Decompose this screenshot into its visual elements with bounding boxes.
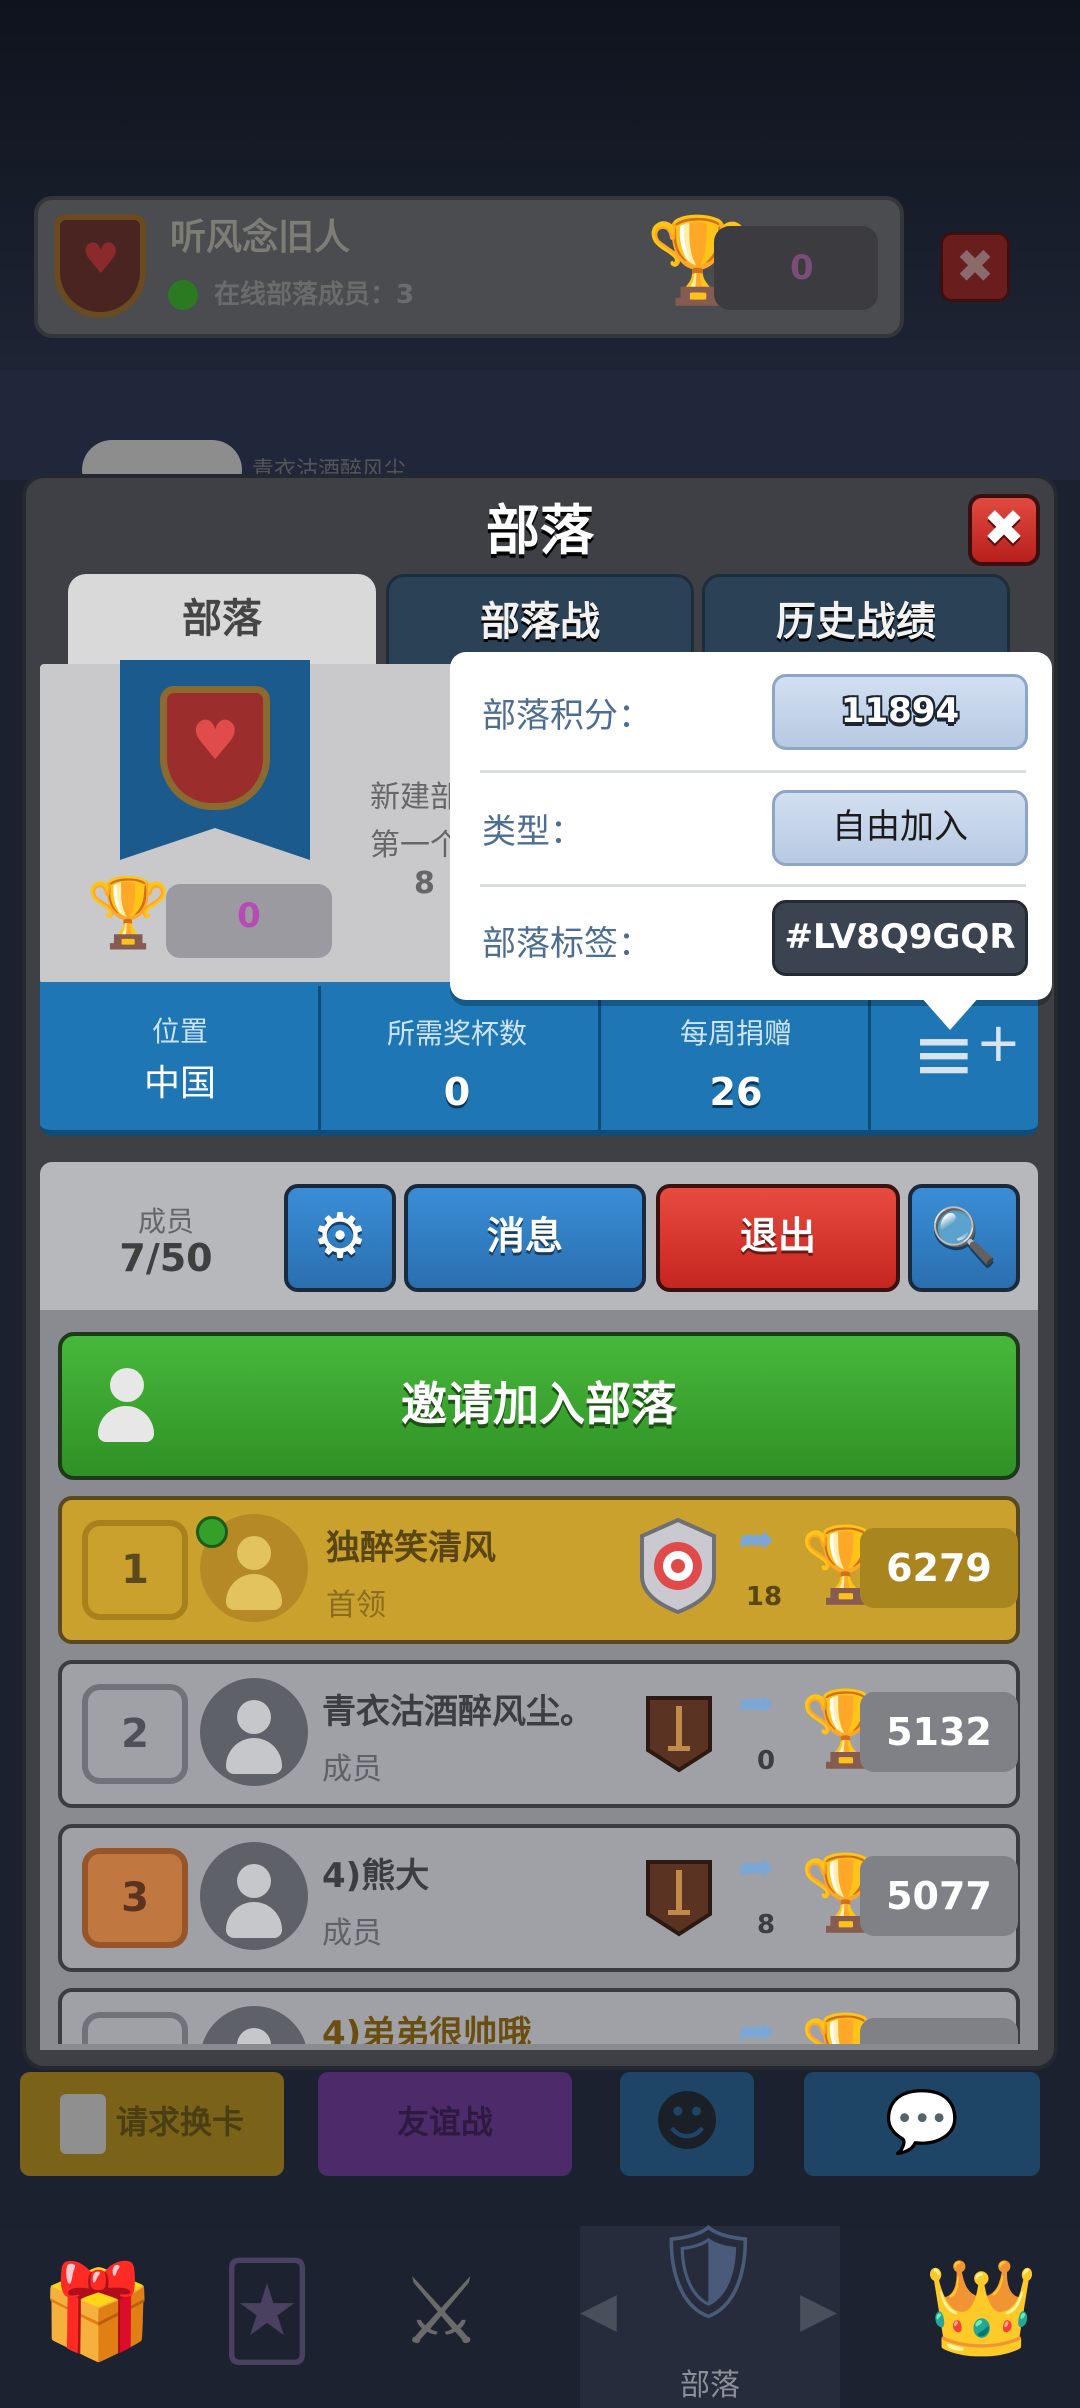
member-role: 首领 (326, 1588, 386, 1623)
donation-icon: ➦ (738, 1842, 775, 1893)
clan-description-line: 第一个 (370, 828, 460, 863)
message-button[interactable]: 消息 (404, 1184, 646, 1292)
war-target-icon (638, 1517, 716, 1615)
clan-shield-icon: 🛡 (650, 2218, 767, 2325)
member-rank: 1 (82, 1520, 188, 1620)
clan-type-label: 类型： (482, 812, 584, 852)
chest-icon: 🎁 (40, 2258, 155, 2365)
popup-tail (920, 996, 980, 1030)
member-trophies: 5077 (860, 1856, 1018, 1936)
chevron-left-icon: ◀ (580, 2282, 617, 2338)
stat-divider (598, 986, 601, 1130)
clan-tag-label: 部落标签： (482, 924, 652, 964)
members-count: 7/50 (119, 1236, 213, 1280)
member-avatar (200, 1678, 308, 1786)
chevron-right-icon: ▶ (800, 2282, 837, 2338)
background-clan-badge (54, 214, 146, 318)
clan-badge-icon: ♥ (160, 686, 270, 810)
stat-divider (318, 986, 321, 1130)
member-donations: 0 (756, 1746, 776, 1776)
search-icon: 🔍 (930, 1204, 998, 1267)
popup-divider (480, 770, 1026, 773)
stat-weekly-donations-value: 26 (709, 1070, 763, 1114)
nav-clan[interactable]: ◀ 🛡 ▶ 部落 (580, 2226, 840, 2408)
members-label: 成员 (137, 1205, 194, 1238)
background-online-members: 在线部落成员：3 (214, 280, 415, 310)
stat-location-value: 中国 (143, 1063, 216, 1104)
clan-score-value: 11894 (772, 674, 1028, 750)
friendly-battle-button[interactable]: 友谊战 (318, 2072, 572, 2176)
sword-badge-icon (644, 1692, 718, 1782)
nav-clan-label: 部落 (680, 2368, 740, 2403)
background-clan-name: 听风念旧人 (170, 217, 351, 258)
nav-events[interactable]: 👑 (900, 2226, 1080, 2408)
donation-icon: ➦ (738, 1678, 775, 1729)
member-rank: 4 (82, 2012, 188, 2044)
online-status-dot (196, 1516, 228, 1548)
nav-battle[interactable]: ⚔ (360, 2226, 540, 2408)
cards-icon (59, 2094, 106, 2154)
stat-required-trophies-label: 所需奖杯数 (386, 1017, 527, 1050)
member-role: 成员 (322, 1916, 382, 1951)
smiley-icon: ☻ (652, 2083, 722, 2160)
gear-icon: ⚙ (312, 1199, 368, 1272)
panel-title: 部落 (486, 499, 594, 562)
cards-icon: 🃏 (220, 2258, 315, 2365)
member-name: 4)弟弟很帅哦 (322, 2014, 532, 2044)
crossed-swords-icon: ⚔ (400, 2258, 483, 2365)
stat-location-label: 位置 (151, 1015, 208, 1048)
tab-clan[interactable]: 部落 (68, 574, 376, 670)
close-button[interactable]: ✖ (968, 494, 1040, 566)
member-trophies: 5132 (860, 1692, 1018, 1772)
background-close-icon: ✖ (940, 232, 1010, 302)
clan-description-line: 新建部 (370, 780, 460, 815)
member-trophies (860, 2018, 1018, 2044)
sword-badge-icon (644, 1856, 718, 1946)
donation-icon: ➦ (738, 2006, 775, 2045)
crown-icon: 👑 (924, 2254, 1039, 2361)
member-avatar (200, 1842, 308, 1950)
background-trophy-count: 0 (790, 248, 814, 288)
chat-bubble-icon: 💬 (884, 2087, 960, 2157)
member-role: 成员 (322, 1752, 382, 1787)
stat-divider (868, 986, 871, 1130)
request-cards-button[interactable]: 请求换卡 (20, 2072, 284, 2176)
donation-icon: ➦ (738, 1514, 775, 1565)
invite-to-clan-label: 邀请加入部落 (401, 1377, 677, 1431)
nav-shop[interactable]: 🎁 (0, 2226, 180, 2408)
clan-trophy-count: 0 (237, 896, 261, 936)
clan-type-value: 自由加入 (772, 790, 1028, 866)
clan-description-line: 8 (414, 866, 435, 901)
member-rank: 3 (82, 1848, 188, 1948)
clan-trophy-icon: 🏆 (86, 874, 171, 953)
member-row-clip: 4 4)弟弟很帅哦 ➦ 🏆 (40, 1988, 1038, 2044)
clan-score-label: 部落积分： (482, 696, 652, 736)
chat-button[interactable]: 💬 (804, 2072, 1040, 2176)
stat-required-trophies-value: 0 (443, 1070, 471, 1114)
search-button[interactable]: 🔍 (908, 1184, 1020, 1292)
clan-settings-button[interactable]: ⚙ (284, 1184, 396, 1292)
member-name: 独醉笑清风 (326, 1528, 496, 1568)
nav-cards[interactable]: 🃏 (180, 2226, 360, 2408)
member-donations: 8 (756, 1910, 776, 1940)
clan-tag-value[interactable]: #LV8Q9GQR (772, 900, 1028, 976)
member-rank: 2 (82, 1684, 188, 1784)
emote-button[interactable]: ☻ (620, 2072, 754, 2176)
request-cards-label: 请求换卡 (115, 2103, 244, 2141)
popup-divider (480, 884, 1026, 887)
member-name: 青衣沽酒醉风尘。 (322, 1692, 594, 1732)
member-name: 4)熊大 (322, 1856, 430, 1896)
member-trophies: 6279 (860, 1528, 1018, 1608)
stat-weekly-donations-label: 每周捐赠 (679, 1017, 792, 1050)
background-online-dot (168, 280, 198, 310)
member-donations: 18 (745, 1582, 783, 1612)
leave-clan-button[interactable]: 退出 (656, 1184, 900, 1292)
